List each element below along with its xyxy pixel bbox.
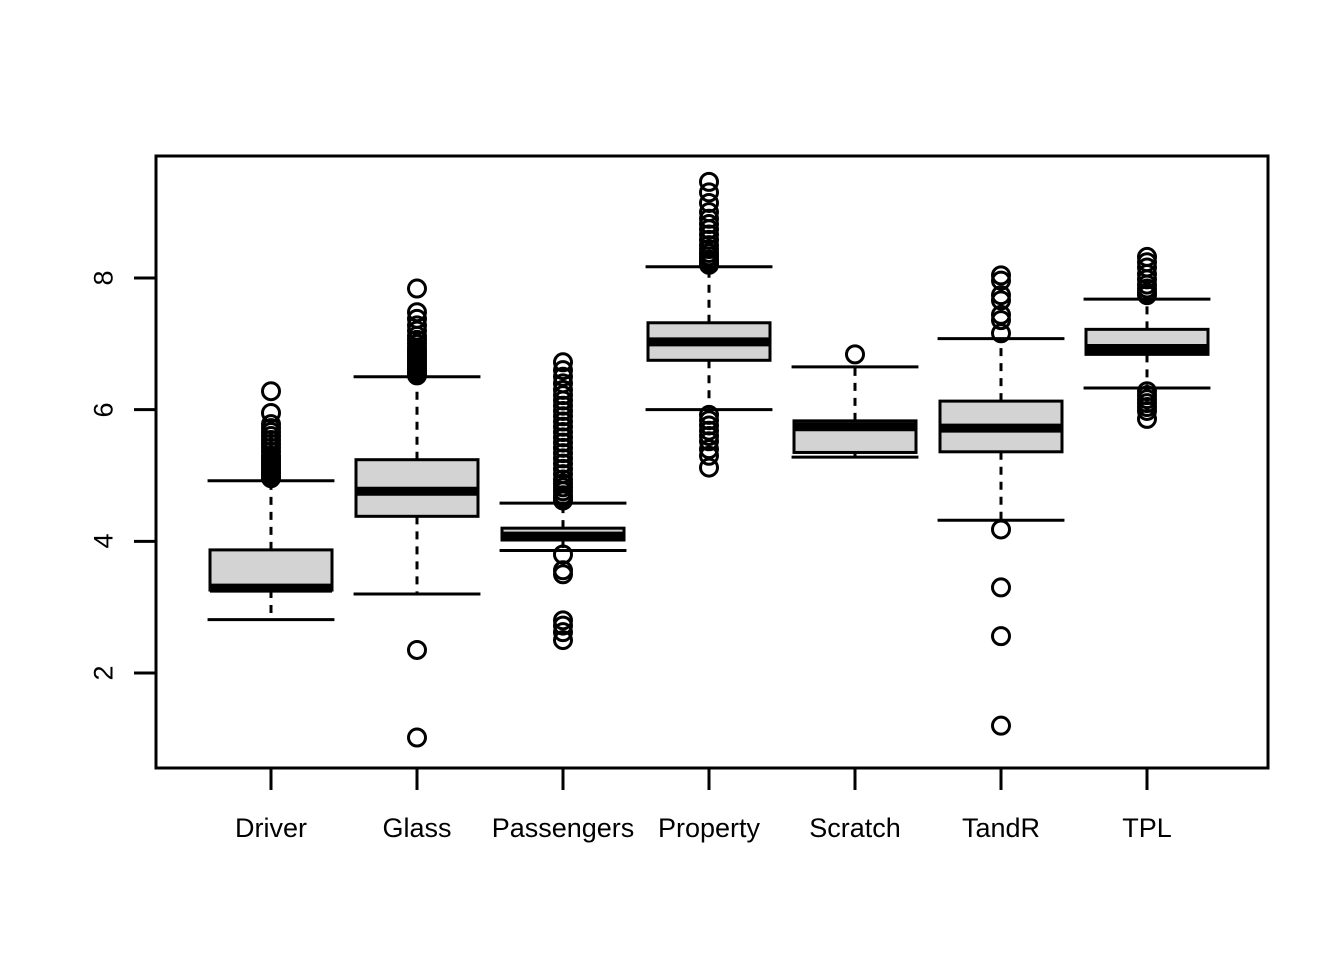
outlier-point	[991, 715, 1011, 736]
x-tick-label-driver: Driver	[235, 813, 307, 843]
boxplot-scratch	[791, 344, 919, 459]
outlier-point	[699, 457, 719, 478]
outlier-point	[261, 381, 281, 402]
outlier-point	[407, 278, 427, 299]
boxplot-passengers	[499, 352, 627, 651]
boxplot-figure: 2 4 6 8 Driver Glass Passengers Property Scratch…	[0, 0, 1344, 960]
box-series	[207, 171, 1211, 748]
x-tick-label-tandr: TandR	[961, 813, 1041, 843]
boxplot-tandr	[937, 265, 1065, 736]
y-tick-label: 6	[88, 402, 119, 418]
x-tick-label-glass: Glass	[382, 813, 452, 843]
x-tick-label-tpl: TPL	[1122, 813, 1172, 843]
outlier-point	[991, 519, 1011, 540]
boxplot-tpl	[1083, 246, 1211, 429]
x-tick-label-property: Property	[657, 813, 761, 843]
outlier-point	[845, 344, 865, 365]
outlier-point	[991, 626, 1011, 647]
y-tick-label: 8	[88, 270, 119, 286]
outlier-point	[407, 727, 427, 748]
x-axis	[269, 768, 1149, 790]
outlier-point	[407, 639, 427, 660]
boxplot-property	[645, 171, 773, 478]
boxplot-driver	[207, 381, 335, 622]
y-tick-label: 4	[88, 533, 119, 549]
boxplot-glass	[353, 278, 481, 748]
outlier-point	[991, 577, 1011, 598]
y-axis	[134, 276, 156, 675]
x-tick-label-passengers: Passengers	[491, 813, 635, 843]
y-tick-label: 2	[88, 665, 119, 681]
x-tick-label-scratch: Scratch	[809, 813, 901, 843]
